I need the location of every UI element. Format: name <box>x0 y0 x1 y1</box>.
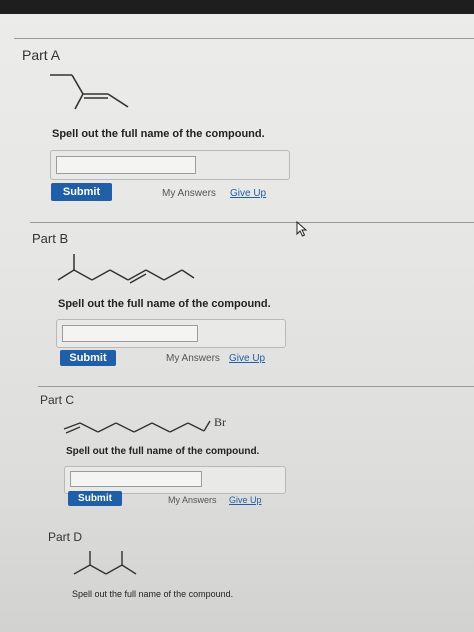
part-a-my-answers-link[interactable]: My Answers <box>162 188 216 199</box>
part-c-answer-field[interactable] <box>70 471 202 487</box>
part-d-prompt: Spell out the full name of the compound. <box>72 589 234 599</box>
divider <box>38 386 474 387</box>
part-d-title: Part D <box>48 530 83 544</box>
part-b-structure <box>57 254 195 284</box>
part-b-give-up-link[interactable]: Give Up <box>229 353 265 364</box>
part-c-my-answers-link[interactable]: My Answers <box>168 495 217 505</box>
part-b-submit-button[interactable]: Submit <box>60 350 116 366</box>
part-a-give-up-link[interactable]: Give Up <box>230 188 266 199</box>
part-a-title: Part A <box>22 47 61 63</box>
part-c-br-label: Br <box>214 415 226 429</box>
mouse-cursor-icon <box>296 221 308 237</box>
part-b-prompt: Spell out the full name of the compound. <box>58 298 271 310</box>
part-a-answer-field[interactable] <box>56 156 196 174</box>
part-c-title: Part C <box>40 393 75 407</box>
divider <box>30 222 474 223</box>
part-b-my-answers-link[interactable]: My Answers <box>166 353 220 364</box>
part-b-title: Part B <box>32 231 69 246</box>
part-b-answer-field[interactable] <box>62 325 198 342</box>
part-a-submit-button[interactable]: Submit <box>51 183 112 201</box>
divider <box>14 38 474 39</box>
part-c-prompt: Spell out the full name of the compound. <box>66 446 260 457</box>
monitor-bezel <box>0 0 474 14</box>
part-c-give-up-link[interactable]: Give Up <box>229 495 262 505</box>
screen: Part A Spell out the full name of the co… <box>0 0 474 632</box>
part-a-structure <box>50 74 129 110</box>
part-c-submit-button[interactable]: Submit <box>68 491 122 506</box>
part-a-prompt: Spell out the full name of the compound. <box>52 128 265 140</box>
part-c-structure <box>63 420 211 434</box>
part-d-structure <box>73 551 137 575</box>
